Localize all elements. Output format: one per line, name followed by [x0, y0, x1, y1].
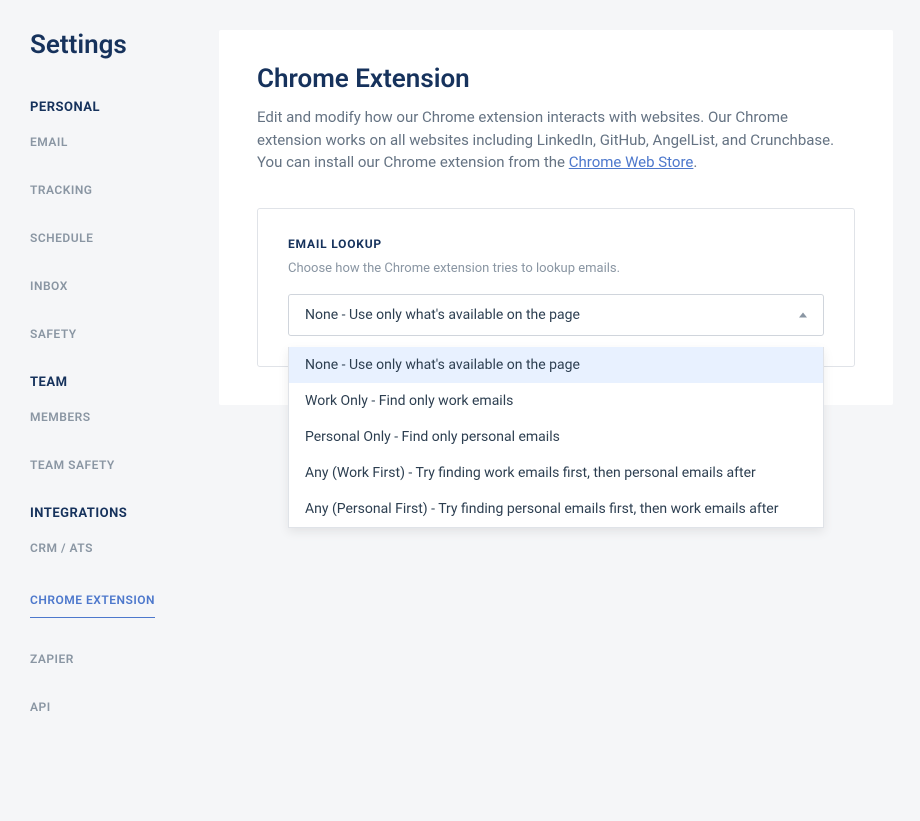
sidebar-item-inbox[interactable]: INBOX	[30, 279, 219, 293]
sidebar-item-safety[interactable]: SAFETY	[30, 327, 219, 341]
dropdown-option[interactable]: Work Only - Find only work emails	[289, 383, 823, 419]
sidebar-item-zapier[interactable]: ZAPIER	[30, 652, 219, 666]
sidebar-item-members[interactable]: MEMBERS	[30, 410, 219, 424]
sidebar: Settings PERSONAL EMAIL TRACKING SCHEDULE IN…	[0, 0, 219, 821]
sidebar-section: TEAM MEMBERS TEAM SAFETY	[30, 375, 219, 472]
email-lookup-card: EMAIL LOOKUP Choose how the Chrome exten…	[257, 208, 855, 367]
dropdown-option[interactable]: Any (Work First) - Try finding work emai…	[289, 455, 823, 491]
sidebar-section-header: INTEGRATIONS	[30, 506, 219, 521]
chrome-extension-panel: Chrome Extension Edit and modify how our…	[219, 30, 893, 405]
email-lookup-select[interactable]: None - Use only what's available on the …	[288, 294, 824, 336]
sidebar-item-crm-ats[interactable]: CRM / ATS	[30, 541, 219, 555]
email-lookup-header: EMAIL LOOKUP	[288, 237, 824, 251]
sidebar-item-schedule[interactable]: SCHEDULE	[30, 231, 219, 245]
sidebar-item-chrome-extension[interactable]: CHROME EXTENSION	[30, 593, 155, 618]
panel-title: Chrome Extension	[257, 64, 855, 94]
chevron-up-icon	[799, 312, 807, 317]
sidebar-item-team-safety[interactable]: TEAM SAFETY	[30, 458, 219, 472]
sidebar-section: INTEGRATIONS CRM / ATS CHROME EXTENSION ZAP…	[30, 506, 219, 714]
panel-description-suffix: .	[693, 153, 697, 171]
sidebar-item-tracking[interactable]: TRACKING	[30, 183, 219, 197]
sidebar-item-email[interactable]: EMAIL	[30, 135, 219, 149]
dropdown-option[interactable]: Any (Personal First) - Try finding perso…	[289, 491, 823, 527]
sidebar-section-header: TEAM	[30, 375, 219, 390]
sidebar-section: PERSONAL EMAIL TRACKING SCHEDULE INBOX SAFETY	[30, 100, 219, 341]
sidebar-section-header: PERSONAL	[30, 100, 219, 115]
email-lookup-dropdown: None - Use only what's available on the …	[288, 347, 824, 528]
email-lookup-select-wrapper: None - Use only what's available on the …	[288, 294, 824, 336]
panel-description: Edit and modify how our Chrome extension…	[257, 106, 855, 174]
dropdown-option[interactable]: None - Use only what's available on the …	[289, 347, 823, 383]
sidebar-item-api[interactable]: API	[30, 700, 219, 714]
panel-description-text: Edit and modify how our Chrome extension…	[257, 108, 834, 171]
email-lookup-subtitle: Choose how the Chrome extension tries to…	[288, 261, 824, 276]
settings-title: Settings	[30, 30, 219, 60]
email-lookup-selected-value: None - Use only what's available on the …	[305, 307, 580, 323]
main-content: Chrome Extension Edit and modify how our…	[219, 0, 920, 821]
chrome-web-store-link[interactable]: Chrome Web Store	[569, 153, 694, 171]
dropdown-option[interactable]: Personal Only - Find only personal email…	[289, 419, 823, 455]
